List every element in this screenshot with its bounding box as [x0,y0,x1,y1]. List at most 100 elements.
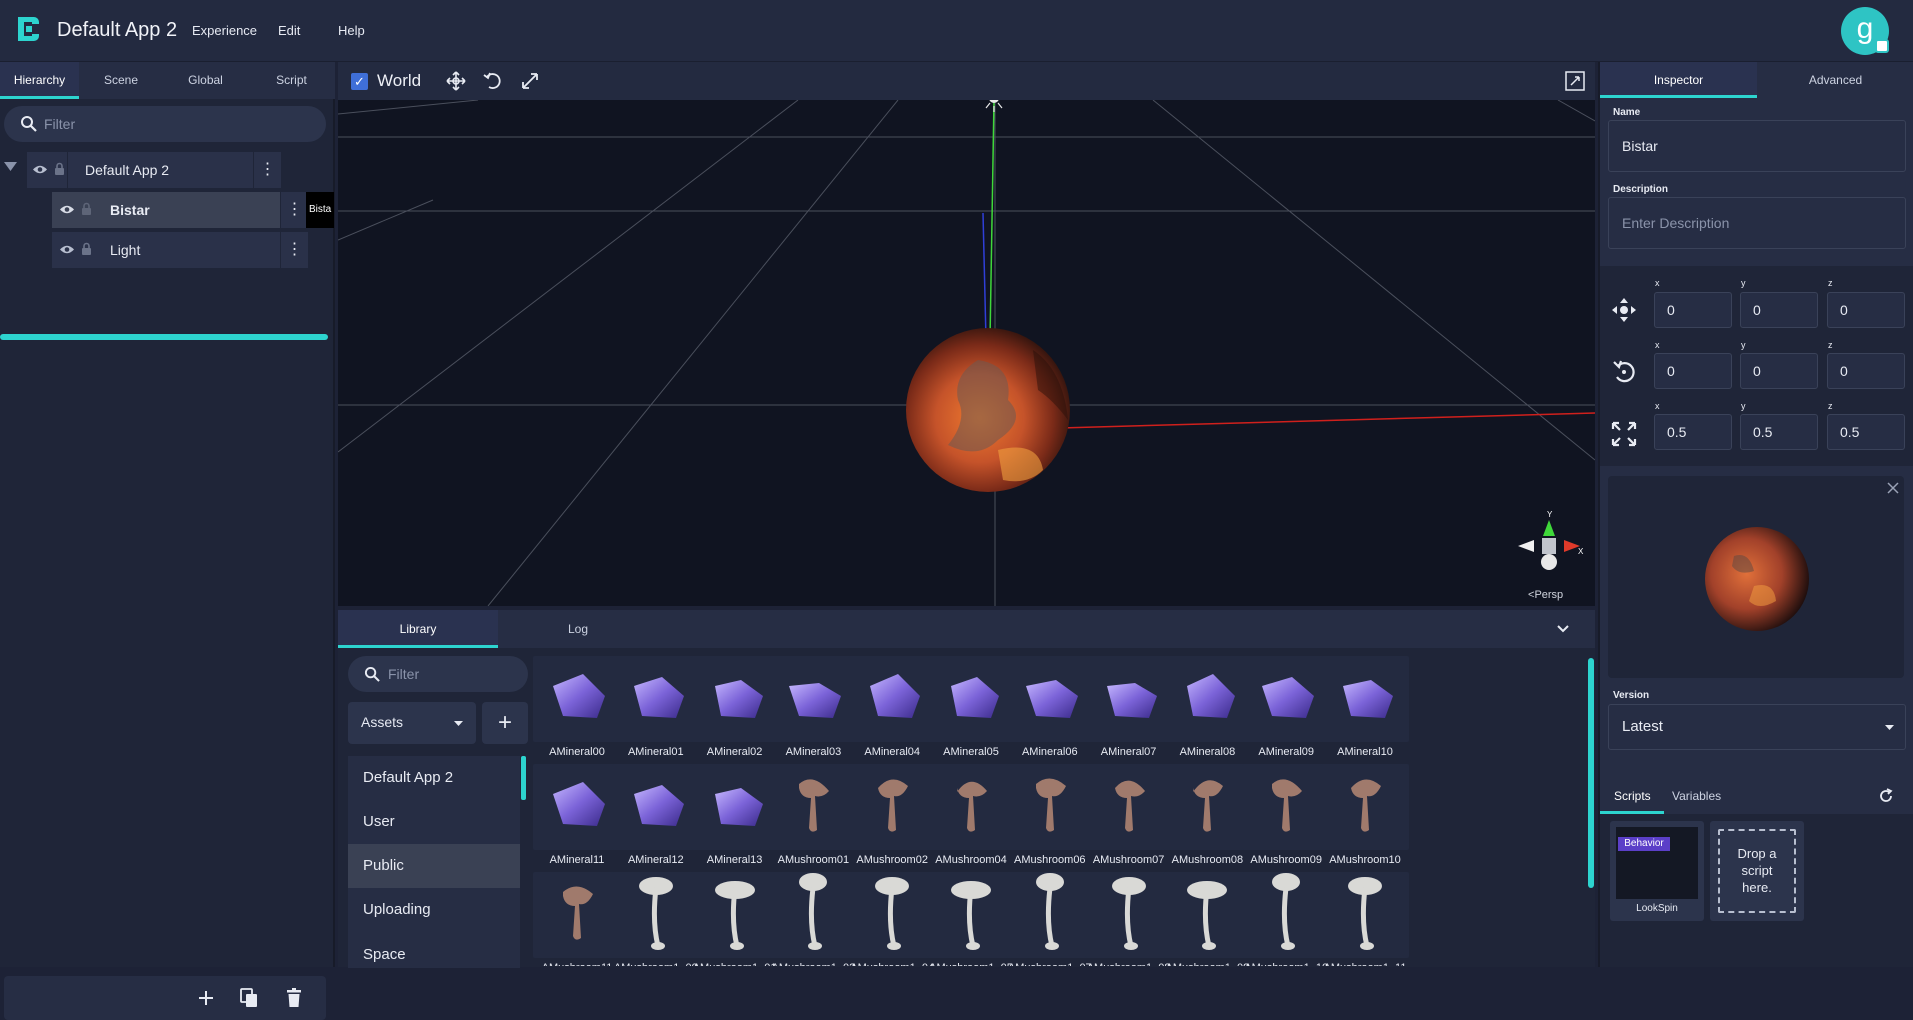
hierarchy-filter-input[interactable]: Filter [4,106,326,142]
hierarchy-row-light[interactable]: Light [52,232,280,268]
planet-thumbnail [1705,527,1809,631]
asset-thumbnail [848,764,937,850]
category-default-app[interactable]: Default App 2 [348,756,520,800]
position-z-input[interactable]: 0 [1827,292,1905,328]
app-logo-icon[interactable] [14,14,42,44]
close-icon[interactable] [1887,482,1899,494]
name-label: Name [1613,107,1641,118]
planet-model[interactable] [906,328,1070,492]
asset-thumbnail [690,872,779,958]
asset-tile[interactable]: AMushroom10 [1321,764,1409,870]
script-drop-zone[interactable]: Drop a script here. [1710,821,1804,921]
add-icon[interactable] [198,990,214,1006]
hierarchy-row-root[interactable]: Default App 2 [27,152,253,188]
tab-scripts[interactable]: Scripts [1614,778,1651,814]
tab-library[interactable]: Library [338,610,498,648]
duplicate-icon[interactable] [240,988,258,1008]
eye-icon[interactable] [59,244,75,255]
tab-indicator [338,645,498,648]
position-x-label: x [1655,278,1660,288]
tab-log[interactable]: Log [498,610,658,648]
position-x-input[interactable]: 0 [1654,292,1732,328]
category-space[interactable]: Space [348,932,520,968]
scale-x-input[interactable]: 0.5 [1654,414,1732,450]
asset-grid-scrollbar[interactable] [1588,658,1594,888]
description-input[interactable]: Enter Description [1608,197,1906,249]
fullscreen-icon[interactable] [1565,71,1585,91]
lock-icon[interactable] [81,202,92,216]
menu-edit[interactable]: Edit [278,23,300,38]
category-uploading[interactable]: Uploading [348,888,520,932]
asset-tile[interactable]: AMushroom1_00 [611,872,700,966]
asset-thumbnail [611,872,700,958]
tab-script[interactable]: Script [248,62,335,98]
asset-tile[interactable]: AMushroom1_05 [927,872,1015,966]
scale-z-input[interactable]: 0.5 [1827,414,1905,450]
light-gizmo-icon[interactable] [985,100,1003,112]
orientation-gizmo[interactable]: Y X [1514,508,1584,578]
row-menu-icon[interactable]: ⋮ [280,192,308,228]
inspector-panel: Inspector Advanced Name Bistar Descripti… [1598,62,1913,967]
scale-icon[interactable] [520,71,540,91]
scene-viewport[interactable]: Y X <Persp [338,100,1595,606]
category-scrollbar[interactable] [521,756,526,800]
hierarchy-actions-bar [4,976,326,1020]
collapse-arrow-icon[interactable] [4,162,17,172]
delete-icon[interactable] [286,988,302,1008]
eye-icon[interactable] [59,204,75,215]
scale-y-input[interactable]: 0.5 [1740,414,1818,450]
asset-tile[interactable]: AMushroom1_01 [690,872,779,966]
hierarchy-row-bistar[interactable]: Bistar [52,192,280,228]
script-card-lookspin[interactable]: Behavior LookSpin [1610,821,1704,921]
category-user[interactable]: User [348,800,520,844]
asset-source-select[interactable]: Assets [348,702,476,744]
menu-help[interactable]: Help [338,23,365,38]
position-icon [1612,298,1636,322]
asset-tile[interactable]: AMushroom1_09 [1163,872,1252,966]
row-menu-icon[interactable]: ⋮ [253,152,281,188]
rotation-y-input[interactable]: 0 [1740,353,1818,389]
menu-experience[interactable]: Experience [192,23,257,38]
rotation-icon [1613,360,1635,383]
hierarchy-scrollbar[interactable] [0,334,328,340]
refresh-icon[interactable] [1878,788,1894,804]
rotate-icon[interactable] [483,71,503,91]
tab-advanced[interactable]: Advanced [1757,62,1913,98]
asset-tile[interactable]: AMushroom1_08 [1084,872,1173,966]
asset-thumbnail [1242,872,1331,958]
category-public[interactable]: Public [348,844,520,888]
asset-thumbnail [1163,764,1252,850]
asset-thumbnail [1005,764,1094,850]
hierarchy-label-light: Light [110,242,141,258]
asset-tile[interactable]: AMushroom1_04 [848,872,937,966]
asset-tile[interactable]: AMushroom11 [533,872,621,966]
version-select[interactable]: Latest [1608,704,1906,750]
asset-tile[interactable]: AMushroom1_10 [1242,872,1331,966]
asset-tile[interactable]: AMushroom1_11 [1321,872,1409,966]
scale-icon [1611,421,1637,447]
tab-indicator [1600,811,1664,814]
collapse-panel-icon[interactable] [1557,625,1569,633]
row-menu-icon[interactable]: ⋮ [280,232,308,268]
tab-global[interactable]: Global [163,62,248,98]
rotation-x-input[interactable]: 0 [1654,353,1732,389]
move-icon[interactable] [446,71,466,91]
asset-thumbnail [611,656,700,742]
eye-icon[interactable] [32,164,48,175]
library-filter-input[interactable]: Filter [348,656,528,692]
add-asset-button[interactable]: + [482,702,528,744]
lock-icon[interactable] [81,242,92,256]
tab-variables[interactable]: Variables [1672,778,1721,814]
tab-scene[interactable]: Scene [79,62,163,98]
asset-tile[interactable]: AMushroom1_07 [1005,872,1094,966]
tab-inspector[interactable]: Inspector [1600,62,1757,98]
asset-tile[interactable]: AMineral10 [1321,656,1409,762]
asset-tile[interactable]: AMushroom1_02 [769,872,858,966]
position-y-input[interactable]: 0 [1740,292,1818,328]
rotation-z-input[interactable]: 0 [1827,353,1905,389]
tab-hierarchy[interactable]: Hierarchy [0,62,79,98]
name-input[interactable]: Bistar [1608,120,1906,172]
world-checkbox[interactable]: ✓ [351,73,368,90]
camera-mode-toggle[interactable]: <Persp [1528,589,1563,601]
lock-icon[interactable] [54,162,65,176]
